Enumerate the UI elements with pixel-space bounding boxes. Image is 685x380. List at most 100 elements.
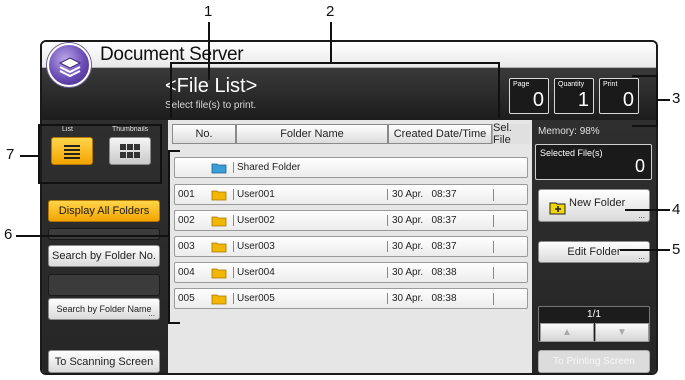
callout-1: 1 [204,3,213,20]
table-row[interactable]: 002 User002 30 Apr. 08:37 [174,210,528,231]
new-folder-button[interactable]: New Folder ... [538,189,650,222]
column-header-no[interactable]: No. [172,124,236,144]
selected-files-label: Selected File(s) [540,148,603,158]
print-counter-label: Print [603,81,618,88]
to-printing-screen-label: To Printing Screen [553,356,635,367]
search-by-folder-name-label: Search by Folder Name [56,304,152,314]
created-date: 30 Apr. 08:37 [387,189,457,200]
callout-1-line [208,22,210,80]
callout-2-bracket-right [498,62,500,118]
folder-name: User002 [233,215,275,226]
callout-2-line [330,22,332,62]
page-subtitle: Select file(s) to print. [165,100,257,111]
stacked-documents-icon [58,57,82,78]
table-row[interactable]: 001 User001 30 Apr. 08:37 [174,184,528,205]
display-all-folders-label: Display All Folders [58,205,150,217]
folder-name: User005 [233,293,275,304]
page-down-button[interactable]: ▼ [595,323,649,342]
column-separator [493,293,494,305]
to-scanning-screen-label: To Scanning Screen [54,355,154,368]
column-separator [493,241,494,253]
table-row[interactable]: 005 User005 30 Apr. 08:38 [174,288,528,309]
callout-6-bracket-top [168,150,180,152]
page-counter-value: 0 [532,89,544,111]
document-server-logo [47,43,91,87]
row-number: 005 [178,293,195,304]
folder-name: User003 [233,241,275,252]
column-header-no-label: No. [195,128,213,140]
folder-name: User001 [233,189,275,200]
callout-4: 4 [672,201,681,218]
callout-6: 6 [4,226,13,243]
created-date: 30 Apr. 08:38 [387,267,457,278]
shared-folder-icon [211,163,227,174]
column-header-created[interactable]: Created Date/Time [388,124,492,144]
callout-2: 2 [326,3,335,20]
search-by-folder-name-button[interactable]: Search by Folder Name ... [48,298,160,320]
folder-name-display [48,274,160,296]
selected-files-value: 0 [634,156,645,176]
right-panel: Memory: 98% Selected File(s) 0 New Folde… [532,120,656,373]
created-date: 30 Apr. 08:37 [387,215,457,226]
column-header-created-label: Created Date/Time [393,128,487,140]
folder-icon [211,242,227,253]
quantity-counter-value: 1 [577,89,589,111]
device-screen: Document Server <File List> Select file(… [40,40,658,375]
page-up-button[interactable]: ▲ [540,323,594,342]
shared-folder-row[interactable]: Shared Folder [174,157,528,178]
callout-7-line [20,155,38,157]
search-by-folder-no-label: Search by Folder No. [52,250,156,262]
selected-files-box: Selected File(s) 0 [535,144,652,180]
edit-folder-button[interactable]: Edit Folder ... [538,241,650,263]
table-row[interactable]: 004 User004 30 Apr. 08:38 [174,262,528,283]
callout-5-line [620,249,670,251]
more-dots-icon: ... [148,309,155,318]
folder-name: User004 [233,267,275,278]
display-all-folders-button[interactable]: Display All Folders [48,200,160,222]
callout-2-bracket-left [170,62,172,118]
to-scanning-screen-button[interactable]: To Scanning Screen [48,350,160,373]
table-row[interactable]: 003 User003 30 Apr. 08:37 [174,236,528,257]
column-separator [493,189,494,201]
folder-icon [211,190,227,201]
memory-label: Memory: [538,126,577,137]
created-date: 30 Apr. 08:37 [387,241,457,252]
row-number: 003 [178,241,195,252]
header-bar: <File List> Select file(s) to print. Pag… [42,68,656,120]
callout-3-bracket [632,75,658,127]
folder-filter-slot [48,228,160,240]
callout-6-line [16,235,170,237]
callout-3-line [658,99,670,101]
memory-status: Memory: 98% [538,126,600,137]
callout-2-bracket [170,62,500,64]
pager: 1/1 ▲ ▼ [538,306,650,342]
row-number: 004 [178,267,195,278]
quantity-counter: Quantity 1 [554,78,594,114]
callout-3: 3 [672,90,681,107]
search-by-folder-no-button[interactable]: Search by Folder No. [48,245,160,267]
new-folder-label: New Folder [569,197,626,209]
folder-table: No. Folder Name Created Date/Time Sel. F… [168,120,532,373]
created-date: 30 Apr. 08:38 [387,293,457,304]
column-header-sel-file-label: Sel. File [493,122,512,146]
new-folder-icon [549,202,566,215]
edit-folder-label: Edit Folder [567,246,621,258]
column-separator [493,267,494,279]
callout-7-box [38,124,162,184]
column-separator [493,215,494,227]
column-header-sel-file: Sel. File [492,122,530,146]
callout-4-line [625,209,670,211]
page-counter-label: Page [513,81,530,88]
page-title: <File List> [165,75,258,97]
callout-6-bracket-bottom [168,322,180,324]
row-number: 001 [178,189,195,200]
folder-icon [211,268,227,279]
to-printing-screen-button[interactable]: To Printing Screen [538,350,650,373]
callout-5: 5 [672,241,681,258]
row-number: 002 [178,215,195,226]
folder-icon [211,294,227,305]
column-header-folder-name-label: Folder Name [280,128,344,140]
triangle-up-icon: ▲ [562,327,572,338]
column-header-folder-name[interactable]: Folder Name [236,124,388,144]
page-counter: Page 0 [509,78,549,114]
